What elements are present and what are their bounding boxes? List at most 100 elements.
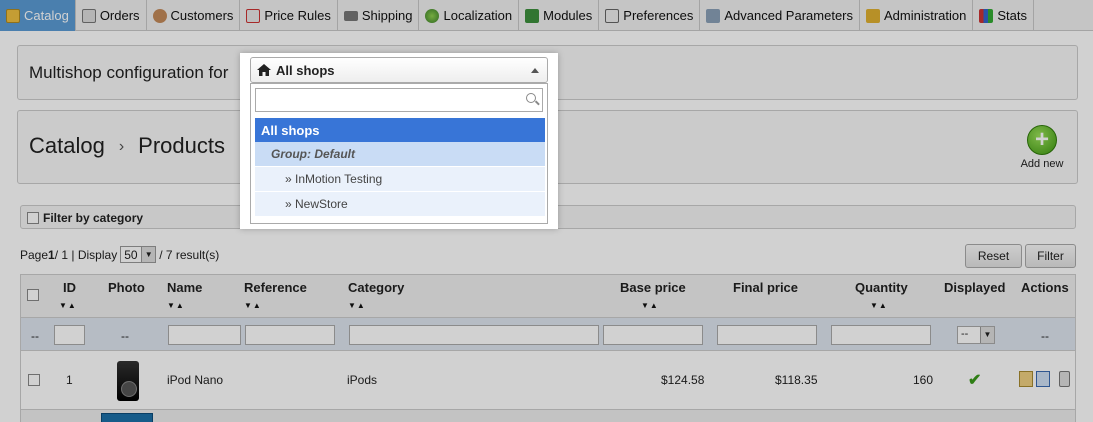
page-current: 1 xyxy=(48,247,55,262)
preferences-icon xyxy=(605,8,620,23)
table-row[interactable] xyxy=(21,410,1075,422)
per-page-select[interactable]: 50 ▼ xyxy=(120,246,157,263)
search-icon xyxy=(526,93,536,103)
select-all-checkbox[interactable] xyxy=(27,289,39,301)
breadcrumb-separator-icon: › xyxy=(118,138,125,155)
tab-localization[interactable]: Localization xyxy=(419,0,520,31)
header-id: ID xyxy=(63,280,76,295)
tab-label: Catalog xyxy=(24,8,69,23)
filter-displayed-value: -- xyxy=(961,328,969,340)
tab-label: Orders xyxy=(99,8,140,23)
table-header: ID ▼▲ Photo Name ▼▲ Reference ▼▲ Categor… xyxy=(21,275,1075,318)
table-row[interactable]: 1 iPod Nano iPods $124.58 $118.35 160 ✔ xyxy=(21,351,1075,410)
tab-label: Advanced Parameters xyxy=(724,8,853,23)
header-final-price: Final price xyxy=(733,280,799,295)
header-name: Name xyxy=(167,280,203,295)
tab-administration[interactable]: Administration xyxy=(860,0,974,31)
duplicate-icon[interactable] xyxy=(1036,371,1050,387)
shop-select[interactable]: All shops xyxy=(250,57,548,83)
sort-arrows-icon[interactable]: ▼▲ xyxy=(348,301,366,310)
wrench-icon xyxy=(706,8,721,23)
tab-label: Administration xyxy=(884,8,967,23)
option-all-shops[interactable]: All shops xyxy=(255,118,545,142)
breadcrumb: Catalog › Products xyxy=(29,133,225,159)
result-count: / 7 result(s) xyxy=(159,247,220,262)
key-icon xyxy=(866,8,880,23)
breadcrumb-products: Products xyxy=(138,133,225,158)
tab-modules[interactable]: Modules xyxy=(519,0,600,31)
page-rest: / 1 | Display xyxy=(54,247,118,262)
header-displayed: Displayed xyxy=(944,280,1006,295)
folder-icon xyxy=(6,8,20,23)
filter-dash: -- xyxy=(31,329,39,343)
filter-button[interactable]: Filter xyxy=(1025,244,1076,268)
sort-arrows-icon[interactable]: ▼▲ xyxy=(244,301,262,310)
sort-arrows-icon[interactable]: ▼▲ xyxy=(641,301,659,310)
tab-label: Modules xyxy=(543,8,593,23)
products-table: ID ▼▲ Photo Name ▼▲ Reference ▼▲ Categor… xyxy=(20,274,1076,422)
trash-icon[interactable] xyxy=(1059,371,1070,387)
sort-arrows-icon[interactable]: ▼▲ xyxy=(870,301,888,310)
tab-label: Stats xyxy=(997,8,1027,23)
filter-reference-input[interactable] xyxy=(245,325,335,345)
tab-stats[interactable]: Stats xyxy=(973,0,1034,31)
dropdown-list: All shops Group: Default » InMotion Test… xyxy=(250,83,548,224)
top-menu: Catalog Orders Customers Price Rules Shi… xyxy=(0,0,1093,31)
filter-dash: -- xyxy=(121,329,129,343)
tab-catalog[interactable]: Catalog xyxy=(0,0,76,31)
tab-shipping[interactable]: Shipping xyxy=(338,0,420,31)
row-checkbox[interactable] xyxy=(28,374,40,386)
add-new-button[interactable]: + Add new xyxy=(1017,125,1067,170)
add-new-label: Add new xyxy=(1020,158,1064,170)
truck-icon xyxy=(343,10,358,21)
breadcrumb-catalog[interactable]: Catalog xyxy=(29,133,105,158)
filter-category-input[interactable] xyxy=(349,325,599,345)
shop-search-input[interactable] xyxy=(255,88,543,112)
chevron-down-icon: ▼ xyxy=(141,247,156,262)
header-quantity: Quantity xyxy=(855,280,908,295)
tab-label: Shipping xyxy=(361,8,413,23)
sort-arrows-icon[interactable]: ▼▲ xyxy=(59,301,77,310)
header-category: Category xyxy=(348,280,405,295)
tab-advanced-parameters[interactable]: Advanced Parameters xyxy=(700,0,860,31)
edit-icon[interactable] xyxy=(1019,371,1033,387)
filter-dash: -- xyxy=(1041,329,1049,343)
header-photo: Photo xyxy=(108,280,145,295)
pagination: Page 1 / 1 | Display 50 ▼ / 7 result(s) xyxy=(20,246,219,263)
filter-row: -- -- -- ▼ -- xyxy=(21,318,1075,351)
tab-customers[interactable]: Customers xyxy=(147,0,241,31)
filter-name-input[interactable] xyxy=(168,325,241,345)
filter-by-category-checkbox[interactable] xyxy=(27,212,39,224)
option-inmotion-testing[interactable]: » InMotion Testing xyxy=(255,167,545,191)
filter-quantity-input[interactable] xyxy=(831,325,931,345)
tab-preferences[interactable]: Preferences xyxy=(599,0,701,31)
filter-base-price-input[interactable] xyxy=(603,325,703,345)
check-icon[interactable]: ✔ xyxy=(968,370,981,390)
tab-label: Preferences xyxy=(623,8,694,23)
option-group-default[interactable]: Group: Default xyxy=(255,142,545,166)
tab-label: Customers xyxy=(170,8,234,23)
price-rules-icon xyxy=(246,8,261,23)
home-icon xyxy=(257,64,271,76)
bar-chart-icon xyxy=(979,8,994,23)
sort-arrows-icon[interactable]: ▼▲ xyxy=(167,301,185,310)
chevron-down-icon: ▼ xyxy=(980,327,994,343)
cell-category: iPods xyxy=(347,373,378,387)
option-newstore[interactable]: » NewStore xyxy=(255,192,545,216)
reset-button[interactable]: Reset xyxy=(965,244,1022,268)
filter-displayed-select[interactable]: -- ▼ xyxy=(957,326,995,344)
page-label: Page xyxy=(20,247,49,262)
tab-price-rules[interactable]: Price Rules xyxy=(240,0,338,31)
tab-orders[interactable]: Orders xyxy=(76,0,147,31)
filter-by-category-label: Filter by category xyxy=(43,211,144,225)
tab-label: Localization xyxy=(443,8,513,23)
puzzle-icon xyxy=(525,8,540,23)
filter-final-price-input[interactable] xyxy=(717,325,817,345)
multishop-label: Multishop configuration for xyxy=(29,63,229,82)
header-reference: Reference xyxy=(244,280,307,295)
globe-icon xyxy=(425,8,440,23)
filter-id-input[interactable] xyxy=(54,325,85,345)
cell-final-price: $118.35 xyxy=(775,373,818,387)
header-actions: Actions xyxy=(1021,280,1069,295)
orders-icon xyxy=(81,8,96,23)
